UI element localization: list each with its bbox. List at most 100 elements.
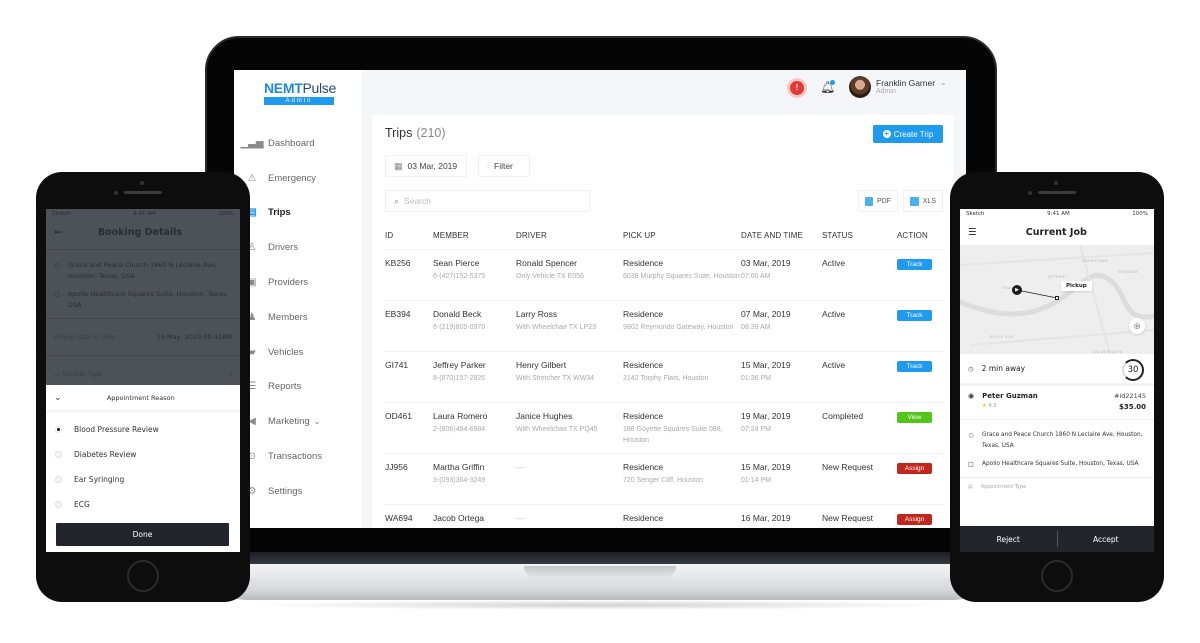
export-pdf-button[interactable]: PDF xyxy=(858,190,898,212)
sidebar-item-transactions[interactable]: ⊙ Transactions xyxy=(234,439,362,474)
battery: 100% xyxy=(1132,211,1148,217)
map[interactable]: EDENTOWN STANWIX ATTERBY Stanwix BELLE V… xyxy=(960,245,1154,354)
sidebar-item-trips[interactable]: ▤ Trips xyxy=(234,196,362,231)
column-header[interactable]: DATE AND TIME xyxy=(741,223,822,249)
destination-address: Apollo Healthcare Squares Suite, Houston… xyxy=(982,461,1139,467)
sidebar-item-drivers[interactable]: ♙ Drivers xyxy=(234,230,362,265)
status-badge: Active xyxy=(822,257,846,268)
table-row[interactable]: OD461 Laura Romero 2-(806)494-6984 Janice H… xyxy=(385,401,945,453)
start-navigation-pin-icon[interactable]: ▶ xyxy=(1012,285,1022,295)
divider xyxy=(46,318,240,319)
alert-icon[interactable]: ! xyxy=(790,81,804,95)
table-row[interactable]: EB394 Donald Beck 6-(219)805-0970 Larry Ros… xyxy=(385,299,945,351)
row-action-button[interactable]: Assign xyxy=(897,513,932,525)
logo[interactable]: NEMTPulse Admin xyxy=(264,80,336,105)
filter-button[interactable]: ⫶ Filter xyxy=(478,155,530,177)
trip-id-text: KB256 xyxy=(385,257,411,268)
date-picker[interactable]: ▦ 03 Mar, 2019 xyxy=(385,155,467,177)
table-row[interactable]: JJ956 Martha Griffin 3-(093)364-3249 — Resid… xyxy=(385,452,945,504)
accept-button[interactable]: Accept xyxy=(1058,535,1155,544)
chevron-down-icon[interactable]: ⌄ xyxy=(54,393,62,403)
search-input[interactable] xyxy=(404,196,575,206)
trip-time: 01:36 PM xyxy=(741,374,771,382)
done-button[interactable]: Done xyxy=(56,523,229,546)
table-row[interactable]: GI741 Jeffrey Parker 8-(870)157-2826 Henry … xyxy=(385,350,945,402)
column-header[interactable]: STATUS xyxy=(822,223,897,249)
member-phone: 3-(093)364-3249 xyxy=(433,476,486,484)
row-action-button[interactable]: Track xyxy=(897,258,932,270)
column-header[interactable]: MEMBER xyxy=(433,223,516,249)
table-row[interactable]: WA694 Jacob Ortega — Residence 16 Mar, 2019 N… xyxy=(385,503,945,528)
back-arrow-icon[interactable]: ← xyxy=(54,227,62,238)
sidebar-item-dashboard[interactable]: ▁▃▅ Dashboard xyxy=(234,126,362,161)
row-action-button[interactable]: Track xyxy=(897,360,932,372)
logo-badge: Admin xyxy=(264,97,334,105)
notification-bell-icon[interactable]: 🔔︎ xyxy=(820,80,835,96)
row-action-button[interactable]: Track xyxy=(897,309,932,321)
member-name: Jeffrey Parker xyxy=(433,359,486,370)
member-name: Sean Pierce xyxy=(433,257,480,268)
locate-me-icon[interactable]: ◎ xyxy=(1129,318,1145,334)
sidebar-item-providers[interactable]: ▣ Providers xyxy=(234,265,362,300)
trip-time: 07:24 PM xyxy=(741,425,771,433)
column-header[interactable]: PICK UP xyxy=(623,223,741,249)
option-ear-syringing[interactable]: Ear Syringing xyxy=(46,467,240,492)
option-blood-pressure-review[interactable]: Blood Pressure Review xyxy=(46,417,240,442)
status-cell: Active xyxy=(822,350,897,402)
status-badge: New Request xyxy=(822,461,874,472)
option-ecg[interactable]: ECG xyxy=(46,492,240,517)
sidebar-item-marketing[interactable]: ◀ Marketing ⌄ xyxy=(234,404,362,439)
sidebar-item-reports[interactable]: ☰ Reports xyxy=(234,370,362,405)
member-phone: 6-(427)152-5375 xyxy=(433,272,486,280)
user-name[interactable]: Franklin Garner xyxy=(876,78,935,88)
column-header[interactable]: ACTION xyxy=(897,223,945,249)
driver-name: Ronald Spencer xyxy=(516,257,577,268)
create-trip-button[interactable]: + Create Trip xyxy=(873,125,943,143)
destination-square-icon: □ xyxy=(54,291,60,298)
member-cell: Donald Beck 6-(219)805-0970 xyxy=(433,299,516,351)
route: ○ Grace and Peace Church 1860 N Leclaire … xyxy=(46,254,240,311)
home-button[interactable] xyxy=(127,560,159,592)
avatar[interactable] xyxy=(849,76,871,98)
booking-details-overlay[interactable]: Sketch 9:41 AM 100% ← Booking Details ○ G… xyxy=(46,209,240,385)
trip-id: KB256 xyxy=(385,248,433,300)
hamburger-menu-icon[interactable]: ☰ xyxy=(968,227,977,238)
sidebar-item-label: Reports xyxy=(268,381,302,393)
home-button[interactable] xyxy=(1041,560,1073,592)
column-header[interactable]: DRIVER xyxy=(516,223,623,249)
reject-button[interactable]: Reject xyxy=(960,535,1057,544)
radio[interactable] xyxy=(55,501,62,508)
trip-id-text: WA694 xyxy=(385,512,413,523)
driver-cell: Henry Gilbert With Stretcher TX WW34 xyxy=(516,350,623,402)
chevron-down-icon[interactable]: ⌄ xyxy=(940,78,947,87)
column-header[interactable]: ID xyxy=(385,223,433,249)
driver-cell: Larry Ross With Wheelchair TX LP23 xyxy=(516,299,623,351)
pickup-type: Residence xyxy=(623,461,664,472)
sheet-title: Appointment Reason xyxy=(106,393,175,402)
row-action-button[interactable]: View xyxy=(897,411,932,423)
sliders-icon: ⫶ xyxy=(487,161,489,170)
row-action-button[interactable]: Assign xyxy=(897,462,932,474)
radio[interactable] xyxy=(55,451,62,458)
export-xls-button[interactable]: XLS xyxy=(903,190,943,212)
member-phone: 6-(219)805-0970 xyxy=(433,323,486,331)
option-diabetes-review[interactable]: Diabetes Review xyxy=(46,442,240,467)
sidebar-item-settings[interactable]: ⚙ Settings xyxy=(234,474,362,509)
vehicle-type-row: ▭ Vehicle Type › xyxy=(46,360,240,388)
sidebar-item-members[interactable]: ♟ Members xyxy=(234,300,362,335)
sidebar-item-vehicles[interactable]: ▰ Vehicles xyxy=(234,335,362,370)
table-row[interactable]: KB256 Sean Pierce 6-(427)152-5375 Ronald Sp… xyxy=(385,248,945,300)
sidebar-item-emergency[interactable]: ⚠ Emergency xyxy=(234,161,362,196)
member-cell: Jeffrey Parker 8-(870)157-2826 xyxy=(433,350,516,402)
trip-id-text: GI741 xyxy=(385,359,409,370)
member-phone: 8-(870)157-2826 xyxy=(433,374,486,382)
xls-file-icon xyxy=(910,196,919,206)
trip-date: 03 Mar, 2019 xyxy=(741,257,791,268)
user-role: Admin xyxy=(876,88,896,95)
rider-rating: 4.3 xyxy=(988,403,997,409)
radio-selected[interactable] xyxy=(55,426,62,433)
radio[interactable] xyxy=(55,476,62,483)
datetime-cell: 19 Mar, 2019 07:24 PM xyxy=(741,401,822,453)
pickup-pin-icon[interactable] xyxy=(1055,296,1059,300)
pickup-address: 188 Goyette Squares Suite 088, Houston xyxy=(623,425,723,444)
